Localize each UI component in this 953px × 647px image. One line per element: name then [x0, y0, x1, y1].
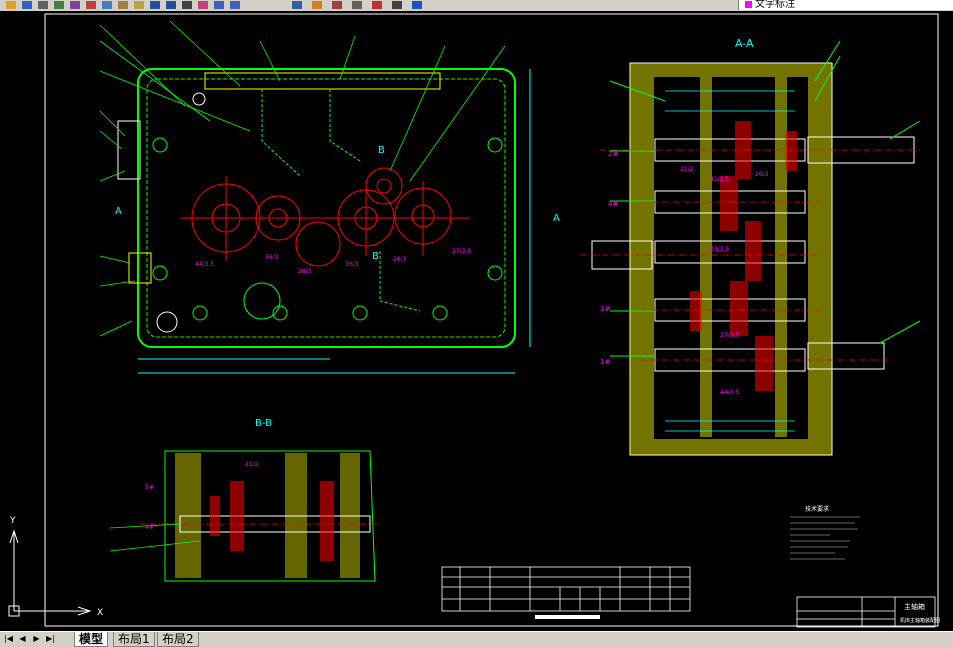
calc-icon[interactable]	[390, 0, 404, 10]
last-tab-button[interactable]: ▶|	[44, 633, 57, 645]
bb-shaft-label-4: 4#	[145, 524, 154, 531]
title-block-name: 主轴箱	[904, 602, 925, 611]
shaft-label-1: 1#	[600, 358, 610, 366]
gear-label-6: 27/3.5	[452, 248, 471, 255]
gear-label-4: 36/3	[345, 261, 359, 268]
design-center-icon[interactable]	[310, 0, 324, 10]
section-aa-view: A-A 2# 4# 3# 1# 21/2 41/2.5 26/3 44/3.5 …	[580, 37, 921, 456]
svg-text:X: X	[97, 608, 103, 618]
parts-list	[441, 566, 691, 612]
aa-gear-label-6: 27/3.5	[720, 332, 739, 339]
prev-tab-button[interactable]: ◀	[16, 633, 29, 645]
gear-group	[180, 167, 470, 267]
layer-color-swatch	[745, 0, 752, 8]
front-view: A A B B 44/3.5 36/3 26/3 36/3 26/3 27/3.…	[99, 20, 560, 374]
gear-label-1: 44/3.5	[195, 261, 214, 268]
section-bb-title: B-B	[255, 418, 272, 429]
bb-gear-label: 21/2	[245, 461, 259, 468]
properties-icon[interactable]	[290, 0, 304, 10]
svg-text:Y: Y	[9, 516, 16, 526]
sheet-set-icon[interactable]	[350, 0, 364, 10]
gear-label-3: 26/3	[298, 268, 312, 275]
open-icon[interactable]	[4, 0, 18, 10]
tech-requirements: 技术要求	[790, 505, 860, 560]
bb-shaft-label-5: 5#	[145, 484, 154, 491]
cut-icon[interactable]	[84, 0, 98, 10]
pan-icon[interactable]	[180, 0, 194, 10]
aa-gear-label-3: 26/3	[755, 171, 769, 178]
redo-icon[interactable]	[164, 0, 178, 10]
drain-hole	[156, 311, 178, 333]
shaft-label-3: 3#	[600, 305, 610, 313]
zoom-previous-icon[interactable]	[228, 0, 242, 10]
help-icon[interactable]	[410, 0, 424, 10]
section-mark-b-bottom: B	[372, 251, 379, 262]
layout-tab-bar: |◀ ◀ ▶ ▶| 模型 布局1 布局2	[0, 631, 953, 647]
section-mark-a-right: A	[553, 213, 560, 224]
section-aa-title: A-A	[735, 37, 754, 50]
next-tab-button[interactable]: ▶	[30, 633, 43, 645]
section-mark-b-top: B	[378, 145, 385, 156]
zoom-realtime-icon[interactable]	[196, 0, 210, 10]
match-properties-icon[interactable]	[132, 0, 146, 10]
shaft-label-2: 2#	[608, 150, 618, 158]
cad-drawing: A A B B 44/3.5 36/3 26/3 36/3 26/3 27/3.…	[8, 13, 940, 628]
paste-icon[interactable]	[116, 0, 130, 10]
aa-gear-label-5: 23/3.5	[710, 246, 729, 253]
section-bb-view: B-B 21/2 5# 4#	[109, 418, 380, 582]
save-icon[interactable]	[20, 0, 34, 10]
scale-bar	[535, 615, 600, 619]
layer-dropdown[interactable]: 文字标注	[738, 0, 953, 10]
aa-gear-label-4: 44/3.5	[720, 389, 739, 396]
section-mark-a-left: A	[115, 206, 122, 217]
housing-outline	[137, 68, 516, 348]
top-cover	[204, 72, 441, 90]
housing-inner	[146, 78, 506, 338]
layer-name: 文字标注	[755, 0, 795, 10]
preview-icon[interactable]	[52, 0, 66, 10]
svg-text:技术要求: 技术要求	[805, 505, 829, 513]
side-flange	[117, 120, 141, 180]
tool-palettes-icon[interactable]	[330, 0, 344, 10]
print-icon[interactable]	[36, 0, 50, 10]
gear-label-2: 36/3	[265, 254, 279, 261]
tab-model[interactable]: 模型	[74, 632, 109, 647]
first-tab-button[interactable]: |◀	[2, 633, 15, 645]
tab-layout2[interactable]: 布局2	[157, 632, 199, 647]
title-block-sub: 机床主轴箱装配图	[900, 617, 940, 624]
tab-layout1[interactable]: 布局1	[113, 632, 155, 647]
undo-icon[interactable]	[148, 0, 162, 10]
aa-gear-label-1: 21/2	[680, 166, 694, 173]
copy-icon[interactable]	[100, 0, 114, 10]
aa-gear-label-2: 41/2.5	[710, 176, 729, 183]
zoom-window-icon[interactable]	[212, 0, 226, 10]
oil-plug	[128, 252, 152, 284]
ucs-icon: Y X	[8, 516, 103, 618]
gear-label-5: 26/3	[393, 256, 407, 263]
drawing-canvas[interactable]: A A B B 44/3.5 36/3 26/3 36/3 26/3 27/3.…	[0, 11, 953, 631]
oil-hole	[192, 92, 206, 106]
markup-icon[interactable]	[370, 0, 384, 10]
shaft-label-4: 4#	[608, 200, 618, 208]
publish-icon[interactable]	[68, 0, 82, 10]
aa-housing	[629, 62, 833, 456]
